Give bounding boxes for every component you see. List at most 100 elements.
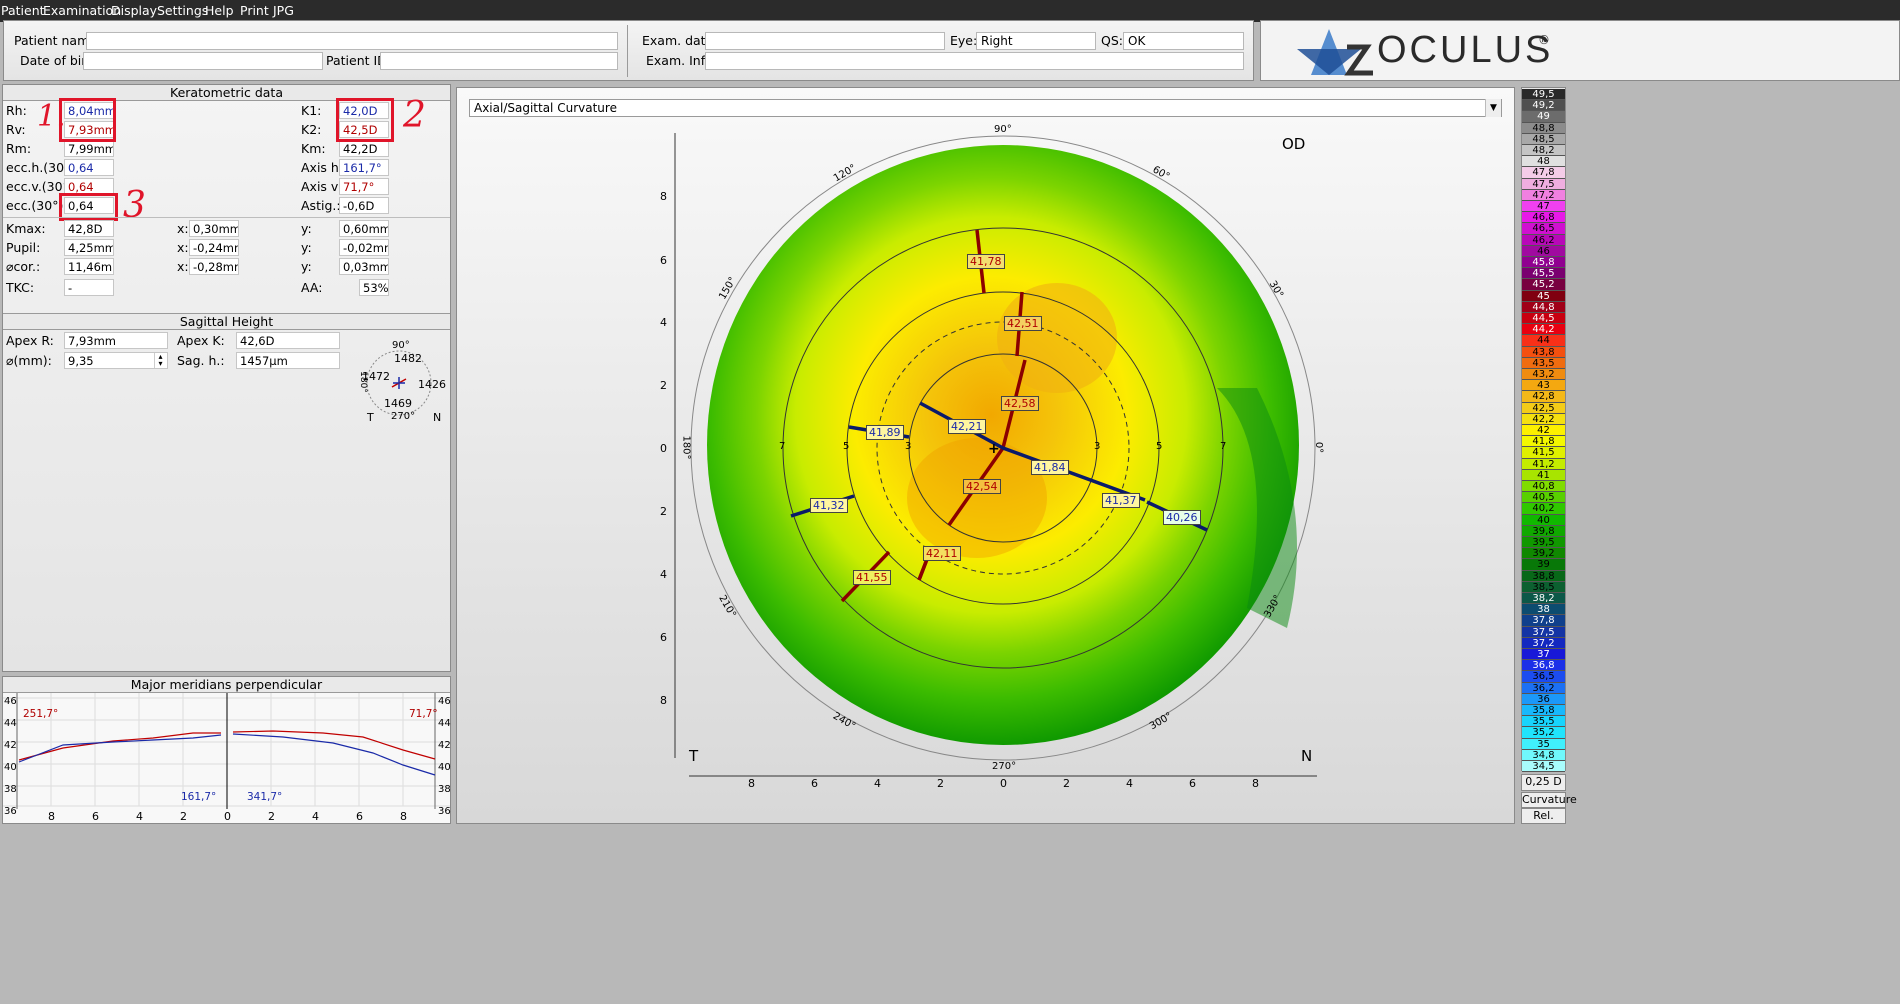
scale-swatch: 41,2 [1522,458,1565,470]
annotation-number-3: 3 [123,185,146,226]
annotation-box-2 [336,98,394,142]
ytick: 2 [660,379,667,392]
apexr-value: 7,93mm [64,332,168,349]
dob-field[interactable] [83,52,323,70]
xtick: 6 [92,810,99,823]
ring-label: 5 [843,441,850,452]
scale-swatch: 41 [1522,469,1565,481]
xtick: 4 [1126,777,1133,790]
menu-help[interactable]: Help [205,3,234,18]
scale-swatch: 36,8 [1522,660,1565,672]
registered-mark: ® [1538,33,1550,47]
meridian-label-right-blue: 341,7° [247,791,283,803]
patient-id-field[interactable] [380,52,618,70]
kmax-x-label: x: [177,221,189,236]
menu-print[interactable]: Print [240,3,269,18]
xtick: 8 [1252,777,1259,790]
xtick: 4 [874,777,881,790]
cor-label: ⌀cor.: [6,259,41,274]
scale-swatch: 37,2 [1522,637,1565,649]
qs-field[interactable]: OK [1123,32,1244,50]
axish-value: 161,7° [339,159,389,176]
scale-swatch: 38,2 [1522,593,1565,605]
k1-label: K1: [301,103,322,118]
scale-swatch: 36,2 [1522,682,1565,694]
eye-label: Eye: [950,33,978,48]
ytick: 0 [660,442,667,455]
scale-swatch: 49 [1522,111,1565,123]
scale-swatch: 49,5 [1522,89,1565,101]
annotation-number-2: 2 [403,95,426,136]
deg-label: 0° [1313,441,1325,454]
scale-step[interactable]: 0,25 D [1521,774,1566,791]
scale-swatch: 41,8 [1522,436,1565,448]
scale-swatch: 44,5 [1522,313,1565,325]
meridian-label-left-blue: 161,7° [181,791,217,803]
meridian-label-left-red: 251,7° [23,708,59,720]
scale-type[interactable]: Curvature [1521,792,1577,808]
ytick: 6 [660,254,667,267]
oculus-logo-text: OCULUS [1377,29,1554,71]
nasal-label: N [1301,747,1313,765]
header-divider [627,25,628,77]
scale-swatch: 36,5 [1522,671,1565,683]
meridians-yticks-left: 46 44 42 40 38 36 [4,691,17,817]
meridian-red-left [18,732,221,761]
scale-mode[interactable]: Rel. [1521,808,1566,824]
compass-deg-270: 270° [391,411,416,422]
diameter-spinner[interactable]: ▴ ▾ [154,353,166,368]
xtick: 4 [136,810,143,823]
eye-field[interactable]: Right [976,32,1096,50]
kmax-x-value: 0,30mm [189,220,239,237]
deg-label: 180° [680,435,692,460]
pupil-x-value: -0,24mm [189,239,239,256]
menu-settings[interactable]: Settings [157,3,208,18]
kmax-y-label: y: [301,221,312,236]
diameter-input[interactable]: 9,35 [64,352,168,369]
scale-swatch: 48,5 [1522,133,1565,145]
diameter-label: ⌀(mm): [6,353,52,368]
cor-x-value: -0,28mm [189,258,239,275]
xtick: 0 [1000,777,1007,790]
ecch-value: 0,64 [64,159,114,176]
scale-swatch: 46,8 [1522,212,1565,224]
scale-swatch: 34,8 [1522,749,1565,761]
patient-name-field[interactable] [86,32,618,50]
compass-t: T [367,411,374,424]
ytick: 38 [4,784,17,795]
menu-display[interactable]: Display [111,3,157,18]
ytick: 8 [660,694,667,707]
exam-date-field[interactable] [705,32,945,50]
scale-swatch: 40 [1522,514,1565,526]
menu-examination[interactable]: Examination [43,3,121,18]
qs-label: QS: [1101,33,1123,48]
km-label: Km: [301,141,326,156]
exam-info-field[interactable] [705,52,1244,70]
scale-swatch: 39,8 [1522,525,1565,537]
menu-bar: Patient Examination Display Settings Hel… [0,0,1900,22]
scale-swatch: 43,5 [1522,357,1565,369]
menu-jpg[interactable]: JPG [273,3,294,18]
compass-deg-90: 90° [392,340,410,351]
ytick: 8 [660,190,667,203]
xtick: 8 [48,810,55,823]
axisv-label: Axis v: [301,179,342,194]
ytick: 36 [4,806,17,817]
cor-y-label: y: [301,259,312,274]
deg-label: 90° [994,124,1012,135]
menu-patient[interactable]: Patient [1,3,45,18]
scale-swatch: 47,2 [1522,189,1565,201]
xtick: 6 [811,777,818,790]
oculus-logo-icon [1297,29,1373,76]
scale-swatch: 40,2 [1522,503,1565,515]
xtick: 8 [748,777,755,790]
ring-label: 5 [1156,441,1163,452]
aa-label: AA: [301,280,323,295]
compass-n: N [433,411,442,424]
meridians-yticks-right: 46 44 42 40 38 36 [438,691,451,817]
aa-value: 53% [359,279,389,296]
ytick: 36 [438,806,451,817]
scale-swatch: 39 [1522,559,1565,571]
pupil-y-value: -0,02mm [339,239,389,256]
ytick: 4 [660,316,667,329]
